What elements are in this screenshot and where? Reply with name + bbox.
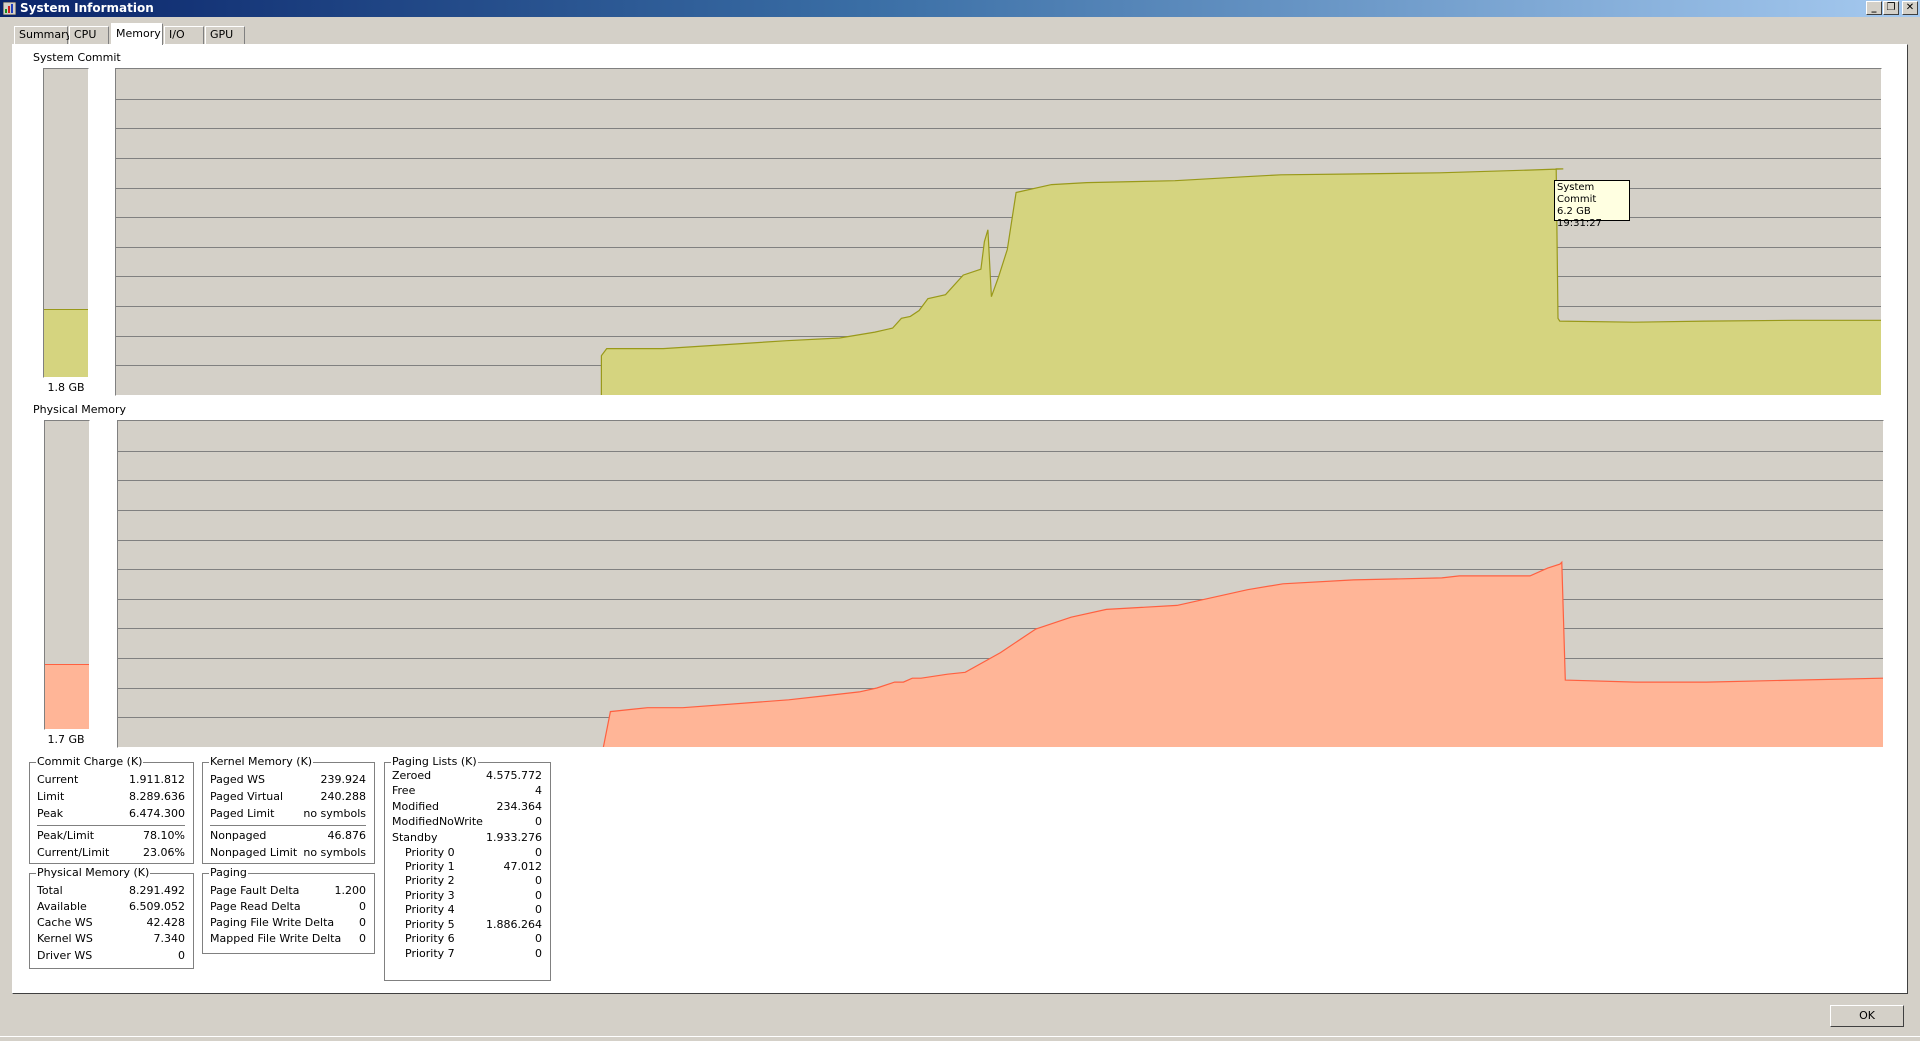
- driver-ws-row: Driver WS 0: [37, 949, 185, 962]
- physical-memory-gauge: [44, 420, 90, 730]
- commit-peak-limit-row: Peak/Limit 78.10%: [37, 829, 185, 842]
- mapped-file-write-delta-row: Mapped File Write Delta 0: [210, 932, 366, 945]
- priority-3-row: Priority 30: [405, 889, 542, 902]
- kernel-ws-row: Kernel WS 7.340: [37, 932, 185, 945]
- priority-1-row: Priority 1 47.012: [405, 860, 542, 873]
- kernel-divider: [210, 825, 366, 827]
- system-commit-gauge-value: 1.8 GB: [47, 381, 85, 394]
- paging-lists-group: Paging Lists (K) Zeroed 4.575.772 Free 4 M…: [384, 755, 551, 981]
- free-row: Free 4: [392, 784, 542, 797]
- physical-memory-k-group: Physical Memory (K) Total 8.291.492 Avail…: [29, 866, 194, 969]
- commit-charge-title: Commit Charge (K): [36, 755, 144, 769]
- title-bar: System Information _ ❐ ✕: [0, 0, 1920, 17]
- system-commit-area: [601, 168, 1881, 395]
- priority-6-row: Priority 60: [405, 932, 542, 945]
- tab-memory-label: Memory: [116, 27, 161, 40]
- modified-no-write-row: ModifiedNoWrite 0: [392, 815, 542, 828]
- physical-memory-chart: [118, 451, 1883, 747]
- restore-icon: ❐: [1886, 2, 1896, 13]
- tab-io[interactable]: I/O: [164, 26, 204, 44]
- priority-5-row: Priority 5 1.886.264: [405, 918, 542, 931]
- ok-button[interactable]: OK: [1830, 1005, 1904, 1027]
- page-fault-delta-row: Page Fault Delta 1.200: [210, 884, 366, 897]
- system-commit-chart: [116, 99, 1881, 395]
- tab-cpu[interactable]: CPU: [69, 26, 109, 44]
- tab-summary[interactable]: Summary: [14, 26, 72, 44]
- cache-ws-row: Cache WS 42.428: [37, 916, 185, 929]
- close-icon: ✕: [1905, 2, 1915, 13]
- priority-2-row: Priority 20: [405, 874, 542, 887]
- commit-charge-group: Commit Charge (K) Current 1.911.812 Limit…: [29, 755, 194, 864]
- paged-virtual-row: Paged Virtual 240.288: [210, 790, 366, 803]
- physical-memory-gauge-fill: [45, 664, 89, 729]
- tab-io-label: I/O: [169, 28, 185, 41]
- paging-file-write-delta-row: Paging File Write Delta 0: [210, 916, 366, 929]
- system-commit-label: System Commit: [33, 51, 121, 64]
- page-read-delta-row: Page Read Delta 0: [210, 900, 366, 913]
- available-row: Available 6.509.052: [37, 900, 185, 913]
- priority-4-row: Priority 40: [405, 903, 542, 916]
- minimize-button[interactable]: _: [1866, 1, 1882, 15]
- system-info-icon: [3, 2, 16, 15]
- paging-group: Paging Page Fault Delta 1.200 Page Read D…: [202, 866, 375, 954]
- tab-memory[interactable]: Memory: [111, 23, 163, 45]
- physical-memory-gauge-value: 1.7 GB: [47, 733, 85, 746]
- modified-row: Modified 234.364: [392, 800, 542, 813]
- commit-peak-row: Peak 6.474.300: [37, 807, 185, 820]
- tab-gpu[interactable]: GPU: [205, 26, 245, 44]
- system-commit-gauge: [43, 68, 89, 378]
- tab-summary-label: Summary: [19, 28, 73, 41]
- priority-0-row: Priority 00: [405, 846, 542, 859]
- system-commit-gauge-fill: [44, 309, 88, 377]
- commit-limit-row: Limit 8.289.636: [37, 790, 185, 803]
- tab-cpu-label: CPU: [74, 28, 97, 41]
- close-button[interactable]: ✕: [1902, 1, 1918, 15]
- paging-lists-title: Paging Lists (K): [391, 755, 478, 769]
- kernel-memory-title: Kernel Memory (K): [209, 755, 314, 769]
- commit-divider: [37, 825, 185, 827]
- window-bottom-edge: [0, 1036, 1920, 1041]
- commit-current-row: Current 1.911.812: [37, 773, 185, 786]
- restore-button[interactable]: ❐: [1883, 1, 1899, 15]
- tooltip-title: System Commit: [1557, 182, 1597, 205]
- physical-memory-label: Physical Memory: [33, 403, 126, 416]
- system-commit-graph[interactable]: [115, 68, 1882, 396]
- tooltip-value: 6.2 GB: [1557, 206, 1591, 217]
- commit-current-limit-row: Current/Limit 23.06%: [37, 846, 185, 859]
- kernel-memory-group: Kernel Memory (K) Paged WS 239.924 Paged …: [202, 755, 375, 864]
- nonpaged-row: Nonpaged 46.876: [210, 829, 366, 842]
- total-row: Total 8.291.492: [37, 884, 185, 897]
- tooltip-time: 19:31:27: [1557, 218, 1602, 229]
- physical-memory-graph[interactable]: [117, 420, 1884, 748]
- tab-gpu-label: GPU: [210, 28, 234, 41]
- nonpaged-limit-row: Nonpaged Limit no symbols: [210, 846, 366, 859]
- paging-title: Paging: [209, 866, 248, 880]
- physical-memory-area: [603, 562, 1883, 747]
- system-commit-tooltip: System Commit 6.2 GB 19:31:27: [1554, 180, 1630, 229]
- standby-row: Standby 1.933.276: [392, 831, 542, 844]
- minimize-icon: _: [1871, 2, 1877, 13]
- priority-7-row: Priority 70: [405, 947, 542, 960]
- window-title: System Information: [20, 1, 154, 15]
- physical-memory-k-title: Physical Memory (K): [36, 866, 151, 880]
- paged-limit-row: Paged Limit no symbols: [210, 807, 366, 820]
- paged-ws-row: Paged WS 239.924: [210, 773, 366, 786]
- zeroed-row: Zeroed 4.575.772: [392, 769, 542, 782]
